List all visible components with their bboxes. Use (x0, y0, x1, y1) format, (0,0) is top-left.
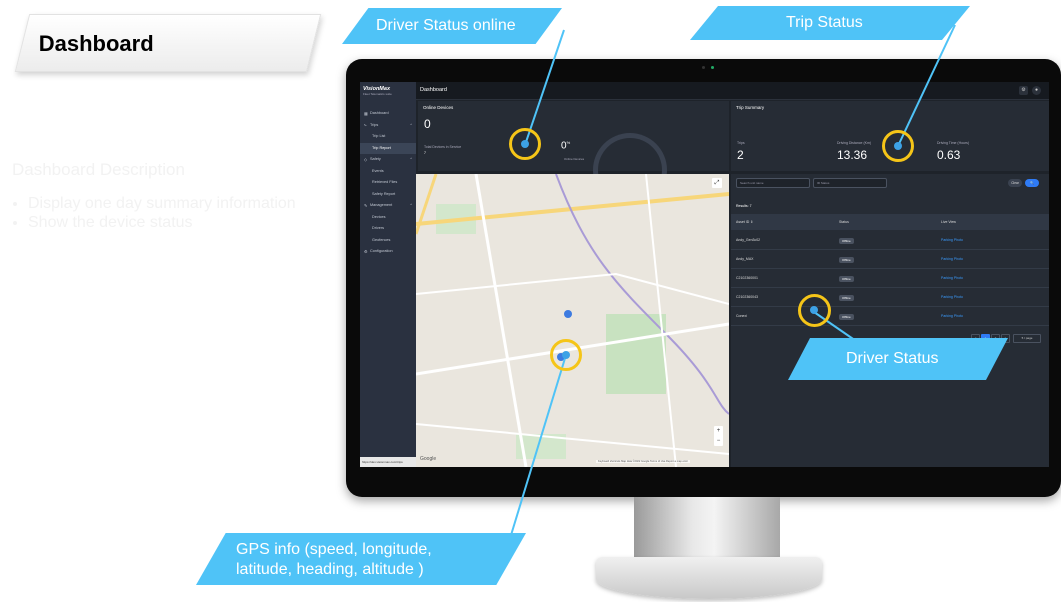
leader-line (507, 354, 567, 546)
leader-line (897, 24, 956, 147)
callout-driver-status: Driver Status (788, 338, 1008, 380)
leader-line (524, 29, 565, 146)
highlight-dot (894, 142, 902, 150)
highlight-dot (810, 306, 818, 314)
callout-trip-status: Trip Status (690, 6, 970, 40)
callout-lines (507, 24, 956, 546)
callout-gps-info: GPS info (speed, longitude, latitude, he… (196, 533, 526, 585)
highlight-dot (562, 351, 570, 359)
callout-text: GPS info (speed, longitude, (236, 541, 432, 558)
callout-text: Trip Status (786, 14, 863, 31)
callout-driver-status-online: Driver Status online (342, 8, 562, 44)
callout-text: Driver Status (846, 350, 939, 367)
callout-text: Driver Status online (376, 17, 516, 34)
callout-text: latitude, heading, altitude ) (236, 561, 424, 578)
highlight-dot (521, 140, 529, 148)
